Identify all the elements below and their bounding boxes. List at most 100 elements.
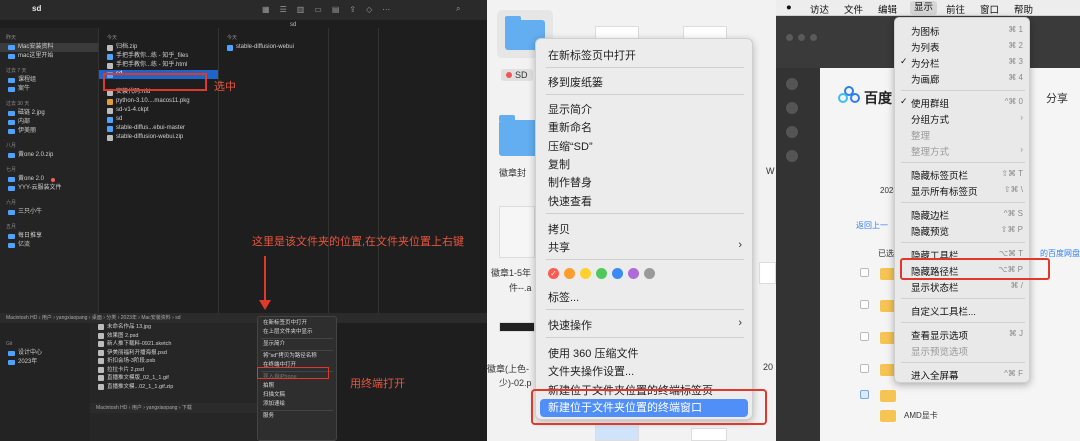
file-list-item[interactable]: 手把手教你...练 - 知乎.html bbox=[99, 61, 218, 70]
menubar-item[interactable]: 访达 bbox=[810, 2, 829, 16]
sidebar-item[interactable]: 亿流 bbox=[0, 241, 98, 250]
file-list-item[interactable]: stable-diffus...ebui-master bbox=[99, 124, 218, 133]
context-menu-item[interactable]: 拷贝 bbox=[548, 221, 570, 237]
file-list-item[interactable]: 直播推文模...02_1_1.gif.zip bbox=[90, 383, 270, 392]
context-menu-item[interactable]: 显示简介 bbox=[258, 340, 336, 349]
sidebar-item[interactable]: 黄one 2.0 bbox=[0, 175, 98, 184]
finder-path-bar[interactable]: Macintosh HD › 用户 › yangxiaopang › 桌面 › … bbox=[0, 313, 487, 323]
view-menu-item[interactable]: 进入全屏幕 bbox=[911, 368, 959, 382]
row-checkbox[interactable] bbox=[860, 364, 869, 373]
context-menu-item[interactable]: 服务 bbox=[258, 412, 336, 421]
context-menu-item[interactable]: 在新标签页中打开 bbox=[548, 47, 636, 63]
menubar-item[interactable]: 编辑 bbox=[878, 2, 897, 16]
context-menu-item[interactable]: 拍照 bbox=[258, 382, 336, 391]
view-menu-item[interactable]: 为画廊 bbox=[911, 72, 940, 86]
nav-icon[interactable] bbox=[786, 126, 798, 138]
sidebar-item[interactable]: 课程组 bbox=[0, 76, 98, 85]
sidebar-item[interactable]: 2023年 bbox=[0, 358, 90, 367]
minimize-icon[interactable] bbox=[798, 34, 805, 41]
context-menu-item[interactable]: 共享 bbox=[548, 239, 570, 255]
context-menu-item[interactable]: 文件夹操作设置... bbox=[548, 363, 634, 379]
context-menu-item[interactable]: 压缩“SD” bbox=[548, 138, 593, 154]
context-menu-item[interactable]: 标签... bbox=[548, 289, 579, 305]
file-list-item[interactable]: 效果图 2.psd bbox=[90, 332, 270, 341]
app-text[interactable]: 返回上一 bbox=[856, 220, 888, 231]
context-menu-item[interactable]: 扫描文稿 bbox=[258, 391, 336, 400]
file-list-item[interactable]: sd-v1-4.ckpt bbox=[99, 106, 218, 115]
context-menu-item[interactable]: 在上层文件夹中显示 bbox=[258, 328, 336, 337]
gallery-view-icon[interactable]: ▭ bbox=[314, 5, 322, 14]
file-list-item[interactable]: 未命名作品 13.jpg bbox=[90, 323, 270, 332]
context-menu-item[interactable]: 快速操作 bbox=[548, 317, 592, 333]
sidebar-item[interactable]: 案牛 bbox=[0, 85, 98, 94]
view-menu-item[interactable]: 分组方式 bbox=[911, 112, 949, 126]
sidebar-item[interactable]: 三只小牛 bbox=[0, 208, 98, 217]
tag-color-dot[interactable] bbox=[612, 268, 623, 279]
sidebar-item[interactable]: mac这里开始 bbox=[0, 52, 98, 61]
tag-color-dot[interactable] bbox=[596, 268, 607, 279]
menubar-item[interactable]: 帮助 bbox=[1014, 2, 1033, 16]
sidebar-item[interactable]: 黄one 2.0.zip bbox=[0, 151, 98, 160]
view-menu-item[interactable]: 显示状态栏 bbox=[911, 280, 959, 294]
sidebar-item[interactable]: YYY-云服装文件 bbox=[0, 184, 98, 193]
file-list-item[interactable]: 新人推下载料-0921.sketch bbox=[90, 340, 270, 349]
menubar-item[interactable]: 窗口 bbox=[980, 2, 999, 16]
view-menu-item[interactable]: 显示所有标签页 bbox=[911, 184, 978, 198]
file-list-item[interactable]: sd bbox=[99, 115, 218, 124]
context-menu-item[interactable]: 制作替身 bbox=[548, 174, 592, 190]
context-menu-item[interactable]: 重新命名 bbox=[548, 119, 592, 135]
more-icon[interactable]: ⋯ bbox=[382, 5, 390, 14]
file-thumbnail[interactable] bbox=[691, 428, 727, 441]
menubar-item[interactable]: 文件 bbox=[844, 2, 863, 16]
zoom-icon[interactable] bbox=[810, 34, 817, 41]
view-menu-item[interactable]: 隐藏标签页栏 bbox=[911, 168, 968, 182]
sidebar-item[interactable]: 设计中心 bbox=[0, 349, 90, 358]
tag-color-dot[interactable]: ✓ bbox=[548, 268, 559, 279]
context-menu-item[interactable]: 快速查看 bbox=[548, 193, 592, 209]
file-list-item[interactable]: 伊美丽福利开播海报.psd bbox=[90, 349, 270, 358]
group-icon[interactable]: ▤ bbox=[332, 5, 340, 14]
context-menu-item[interactable]: 将"sd"拷贝为路径名称 bbox=[258, 352, 336, 361]
tag-color-dot[interactable] bbox=[644, 268, 655, 279]
search-icon[interactable]: ⌕ bbox=[456, 4, 460, 14]
column-view-icon[interactable]: ▥ bbox=[297, 5, 305, 14]
view-menu-item[interactable]: 自定义工具栏... bbox=[911, 304, 976, 318]
view-menu-item[interactable]: 隐藏预览 bbox=[911, 224, 949, 238]
share-icon[interactable]: ⇪ bbox=[349, 5, 356, 14]
nav-icon[interactable] bbox=[786, 78, 798, 90]
context-menu-item[interactable]: 移到废纸篓 bbox=[548, 74, 603, 90]
sidebar-item[interactable]: 磁链 2.jpg bbox=[0, 109, 98, 118]
view-menu-item[interactable]: 为列表 bbox=[911, 40, 940, 54]
tag-color-dot[interactable] bbox=[580, 268, 591, 279]
file-list-item[interactable]: 拉拉卡片 2.psd bbox=[90, 366, 270, 375]
tag-icon[interactable]: ◇ bbox=[366, 5, 372, 14]
menubar-item[interactable]: 前往 bbox=[946, 2, 965, 16]
file-thumbnail[interactable] bbox=[595, 424, 639, 441]
row-checkbox[interactable] bbox=[860, 332, 869, 341]
sidebar-item[interactable]: Mac安装资料 bbox=[0, 43, 98, 52]
apple-icon[interactable]: ● bbox=[786, 2, 792, 13]
row-checkbox[interactable] bbox=[860, 300, 869, 309]
menubar-item[interactable]: 显示 bbox=[910, 1, 938, 15]
file-list-item[interactable]: 归档.zip bbox=[99, 43, 218, 52]
file-thumbnail[interactable] bbox=[499, 322, 535, 332]
context-menu-item[interactable]: 在新标签页中打开 bbox=[258, 319, 336, 328]
view-menu-item[interactable]: 为图标 bbox=[911, 24, 940, 38]
row-checkbox[interactable] bbox=[860, 390, 869, 399]
view-menu-item[interactable]: 隐藏边栏 bbox=[911, 208, 949, 222]
nav-icon[interactable] bbox=[786, 150, 798, 162]
context-menu-item[interactable]: 添加速绘 bbox=[258, 400, 336, 409]
sidebar-item[interactable]: 每日推享 bbox=[0, 232, 98, 241]
context-menu-item[interactable]: 显示简介 bbox=[548, 101, 592, 117]
grid-view-icon[interactable]: ▦ bbox=[262, 5, 270, 14]
sidebar-item[interactable]: 伊美丽 bbox=[0, 127, 98, 136]
window-controls[interactable] bbox=[786, 34, 817, 41]
file-list-item[interactable]: stable-diffusion-webui bbox=[219, 43, 328, 52]
file-list-item[interactable]: python-3.10....macos11.pkg bbox=[99, 97, 218, 106]
view-menu-item[interactable]: 查看显示选项 bbox=[911, 328, 968, 342]
close-icon[interactable] bbox=[786, 34, 793, 41]
context-menu-item[interactable]: 复制 bbox=[548, 156, 570, 172]
file-list-item[interactable]: 折扣会场-3阶段.psb bbox=[90, 357, 270, 366]
nav-icon[interactable] bbox=[786, 102, 798, 114]
file-thumbnail[interactable] bbox=[759, 262, 776, 284]
